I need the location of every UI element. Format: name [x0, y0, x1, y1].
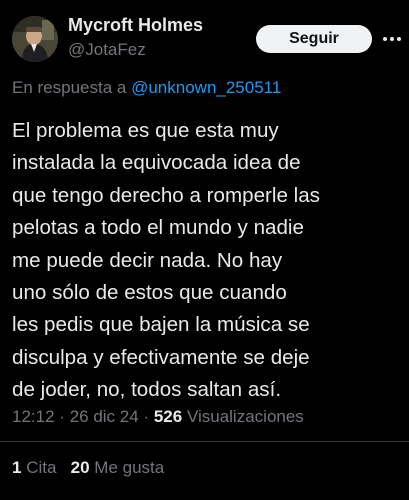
avatar[interactable]: [12, 16, 58, 62]
reply-context: En respuesta a @unknown_250511: [12, 78, 281, 98]
tweet-time[interactable]: 12:12: [12, 407, 55, 426]
tweet-text-line: disculpa y efectivamente se deje: [12, 345, 310, 369]
tweet-text-line: uno sólo de estos que cuando: [12, 281, 287, 305]
views-count: 526: [153, 407, 183, 426]
tweet-text-line: me puede decir nada. No hay: [12, 248, 283, 272]
tweet-meta: 12:12 · 26 dic 24 · 526 Visualizaciones: [12, 407, 304, 427]
tweet-header: Mycroft Holmes @JotaFez Seguir: [0, 0, 409, 74]
views-label: Visualizaciones: [186, 407, 304, 426]
tweet-text-line: El problema es que esta muy: [12, 119, 279, 142]
quotes-stat[interactable]: 1 Cita: [12, 458, 61, 477]
meta-separator: ·: [143, 407, 150, 426]
follow-button[interactable]: Seguir: [256, 25, 372, 53]
meta-separator: ·: [59, 407, 65, 426]
reply-prefix: En respuesta a: [12, 78, 127, 97]
more-options-button[interactable]: [380, 27, 404, 51]
tweet-text-line: instalada la equivocada idea de: [12, 151, 301, 175]
tweet-text-line: de joder, no, todos saltan así.: [12, 378, 282, 402]
quotes-count: 1: [12, 458, 22, 477]
tweet-text: El problema es que esta muy instalada la…: [12, 115, 404, 407]
tweet-text-line: pelotas a todo el mundo y nadie: [12, 216, 304, 240]
tweet-stats: 1 Cita 20 Me gusta: [12, 458, 164, 478]
author-handle[interactable]: @JotaFez: [68, 40, 146, 60]
avatar-image: [12, 16, 58, 62]
likes-label: Me gusta: [94, 458, 165, 477]
tweet-date[interactable]: 26 dic 24: [70, 407, 139, 426]
author-name[interactable]: Mycroft Holmes: [68, 15, 203, 36]
divider: [0, 441, 409, 442]
likes-stat[interactable]: 20 Me gusta: [71, 458, 165, 477]
more-horizontal-icon: [383, 37, 401, 41]
likes-count: 20: [70, 458, 90, 477]
quotes-label: Cita: [26, 458, 57, 477]
tweet-text-line: les pedis que bajen la música se: [12, 313, 310, 337]
tweet-text-line: que tengo derecho a romperle las: [12, 183, 320, 207]
reply-mention-link[interactable]: @unknown_250511: [131, 78, 281, 97]
